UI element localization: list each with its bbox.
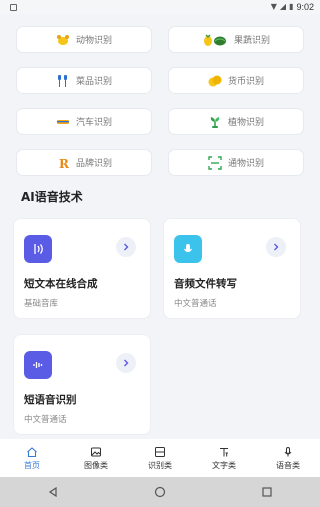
card-subtitle: 中文普通话	[24, 415, 67, 425]
chevron-right-icon[interactable]	[116, 237, 136, 257]
chip-fruit[interactable]: 果蔬识别	[168, 26, 304, 53]
system-nav-bar	[0, 477, 320, 507]
speech-synthesis-icon	[24, 235, 52, 263]
chip-brand[interactable]: R 品牌识别	[16, 149, 152, 176]
chip-label: 汽车识别	[75, 118, 112, 128]
card-subtitle: 中文普通话	[174, 299, 217, 309]
chip-label: 动物识别	[75, 36, 112, 46]
brand-icon: R	[56, 156, 70, 170]
recognition-grid: 动物识别 果蔬识别 菜品识别 货币识别 汽车识别 植物识别 R 品牌识别 通物识…	[16, 26, 304, 176]
tab-label: 图像类	[84, 460, 108, 470]
voice-icon	[282, 446, 294, 458]
tab-text[interactable]: 文字类	[194, 446, 254, 471]
battery-icon: ▮	[289, 2, 294, 11]
card-short-speech-recognition[interactable]: 短语音识别 中文普通话	[13, 334, 151, 435]
svg-text:R: R	[59, 157, 70, 170]
fruit-icon	[202, 33, 228, 47]
tab-voice[interactable]: 语音类	[258, 446, 318, 471]
chip-label: 果蔬识别	[233, 36, 270, 46]
image-icon	[90, 446, 102, 458]
tab-label: 首页	[24, 460, 40, 470]
text-icon	[218, 446, 230, 458]
status-indicators: ▼ ◢ ▮ 9:02	[271, 2, 314, 12]
tab-home[interactable]: 首页	[2, 446, 62, 471]
dish-icon	[56, 74, 70, 88]
tab-recognition[interactable]: 识别类	[130, 446, 190, 471]
chevron-right-icon[interactable]	[116, 353, 136, 373]
car-icon	[56, 115, 70, 129]
card-audio-transcription[interactable]: 音频文件转写 中文普通话	[163, 218, 301, 319]
chevron-right-icon[interactable]	[266, 237, 286, 257]
card-subtitle: 基础音库	[24, 299, 59, 309]
plant-icon	[208, 115, 222, 129]
voice-wave-icon	[24, 351, 52, 379]
section-title: AI语音技术	[21, 190, 83, 204]
card-short-text-synthesis[interactable]: 短文本在线合成 基础音库	[13, 218, 151, 319]
scan-icon	[154, 446, 166, 458]
home-button[interactable]	[140, 477, 180, 507]
tab-label: 识别类	[148, 460, 172, 470]
card-title: 短语音识别	[24, 394, 77, 406]
currency-icon	[208, 74, 222, 88]
microphone-icon	[174, 235, 202, 263]
chip-label: 通物识别	[227, 159, 264, 169]
home-icon	[26, 446, 38, 458]
tab-label: 文字类	[212, 460, 236, 470]
object-scan-icon	[208, 155, 222, 170]
back-button[interactable]	[33, 477, 73, 507]
wifi-icon: ▼	[270, 2, 277, 11]
recents-button[interactable]	[247, 477, 287, 507]
chip-plant[interactable]: 植物识别	[168, 108, 304, 135]
chip-object[interactable]: 通物识别	[168, 149, 304, 176]
signal-icon: ◢	[279, 2, 287, 11]
status-bar: ▼ ◢ ▮ 9:02	[0, 0, 320, 14]
status-time: 9:02	[296, 2, 314, 12]
tab-label: 语音类	[276, 460, 300, 470]
chip-label: 货币识别	[227, 77, 264, 87]
card-title: 短文本在线合成	[24, 278, 98, 290]
chip-label: 品牌识别	[75, 159, 112, 169]
animal-icon	[56, 33, 70, 47]
chip-label: 菜品识别	[75, 77, 112, 87]
chip-dish[interactable]: 菜品识别	[16, 67, 152, 94]
chip-label: 植物识别	[227, 118, 264, 128]
notification-icon	[10, 3, 17, 11]
chip-currency[interactable]: 货币识别	[168, 67, 304, 94]
chip-animal[interactable]: 动物识别	[16, 26, 152, 53]
tab-image[interactable]: 图像类	[66, 446, 126, 471]
bottom-tab-bar: 首页 图像类 识别类 文字类 语音类	[0, 439, 320, 477]
card-title: 音频文件转写	[174, 278, 237, 290]
chip-car[interactable]: 汽车识别	[16, 108, 152, 135]
